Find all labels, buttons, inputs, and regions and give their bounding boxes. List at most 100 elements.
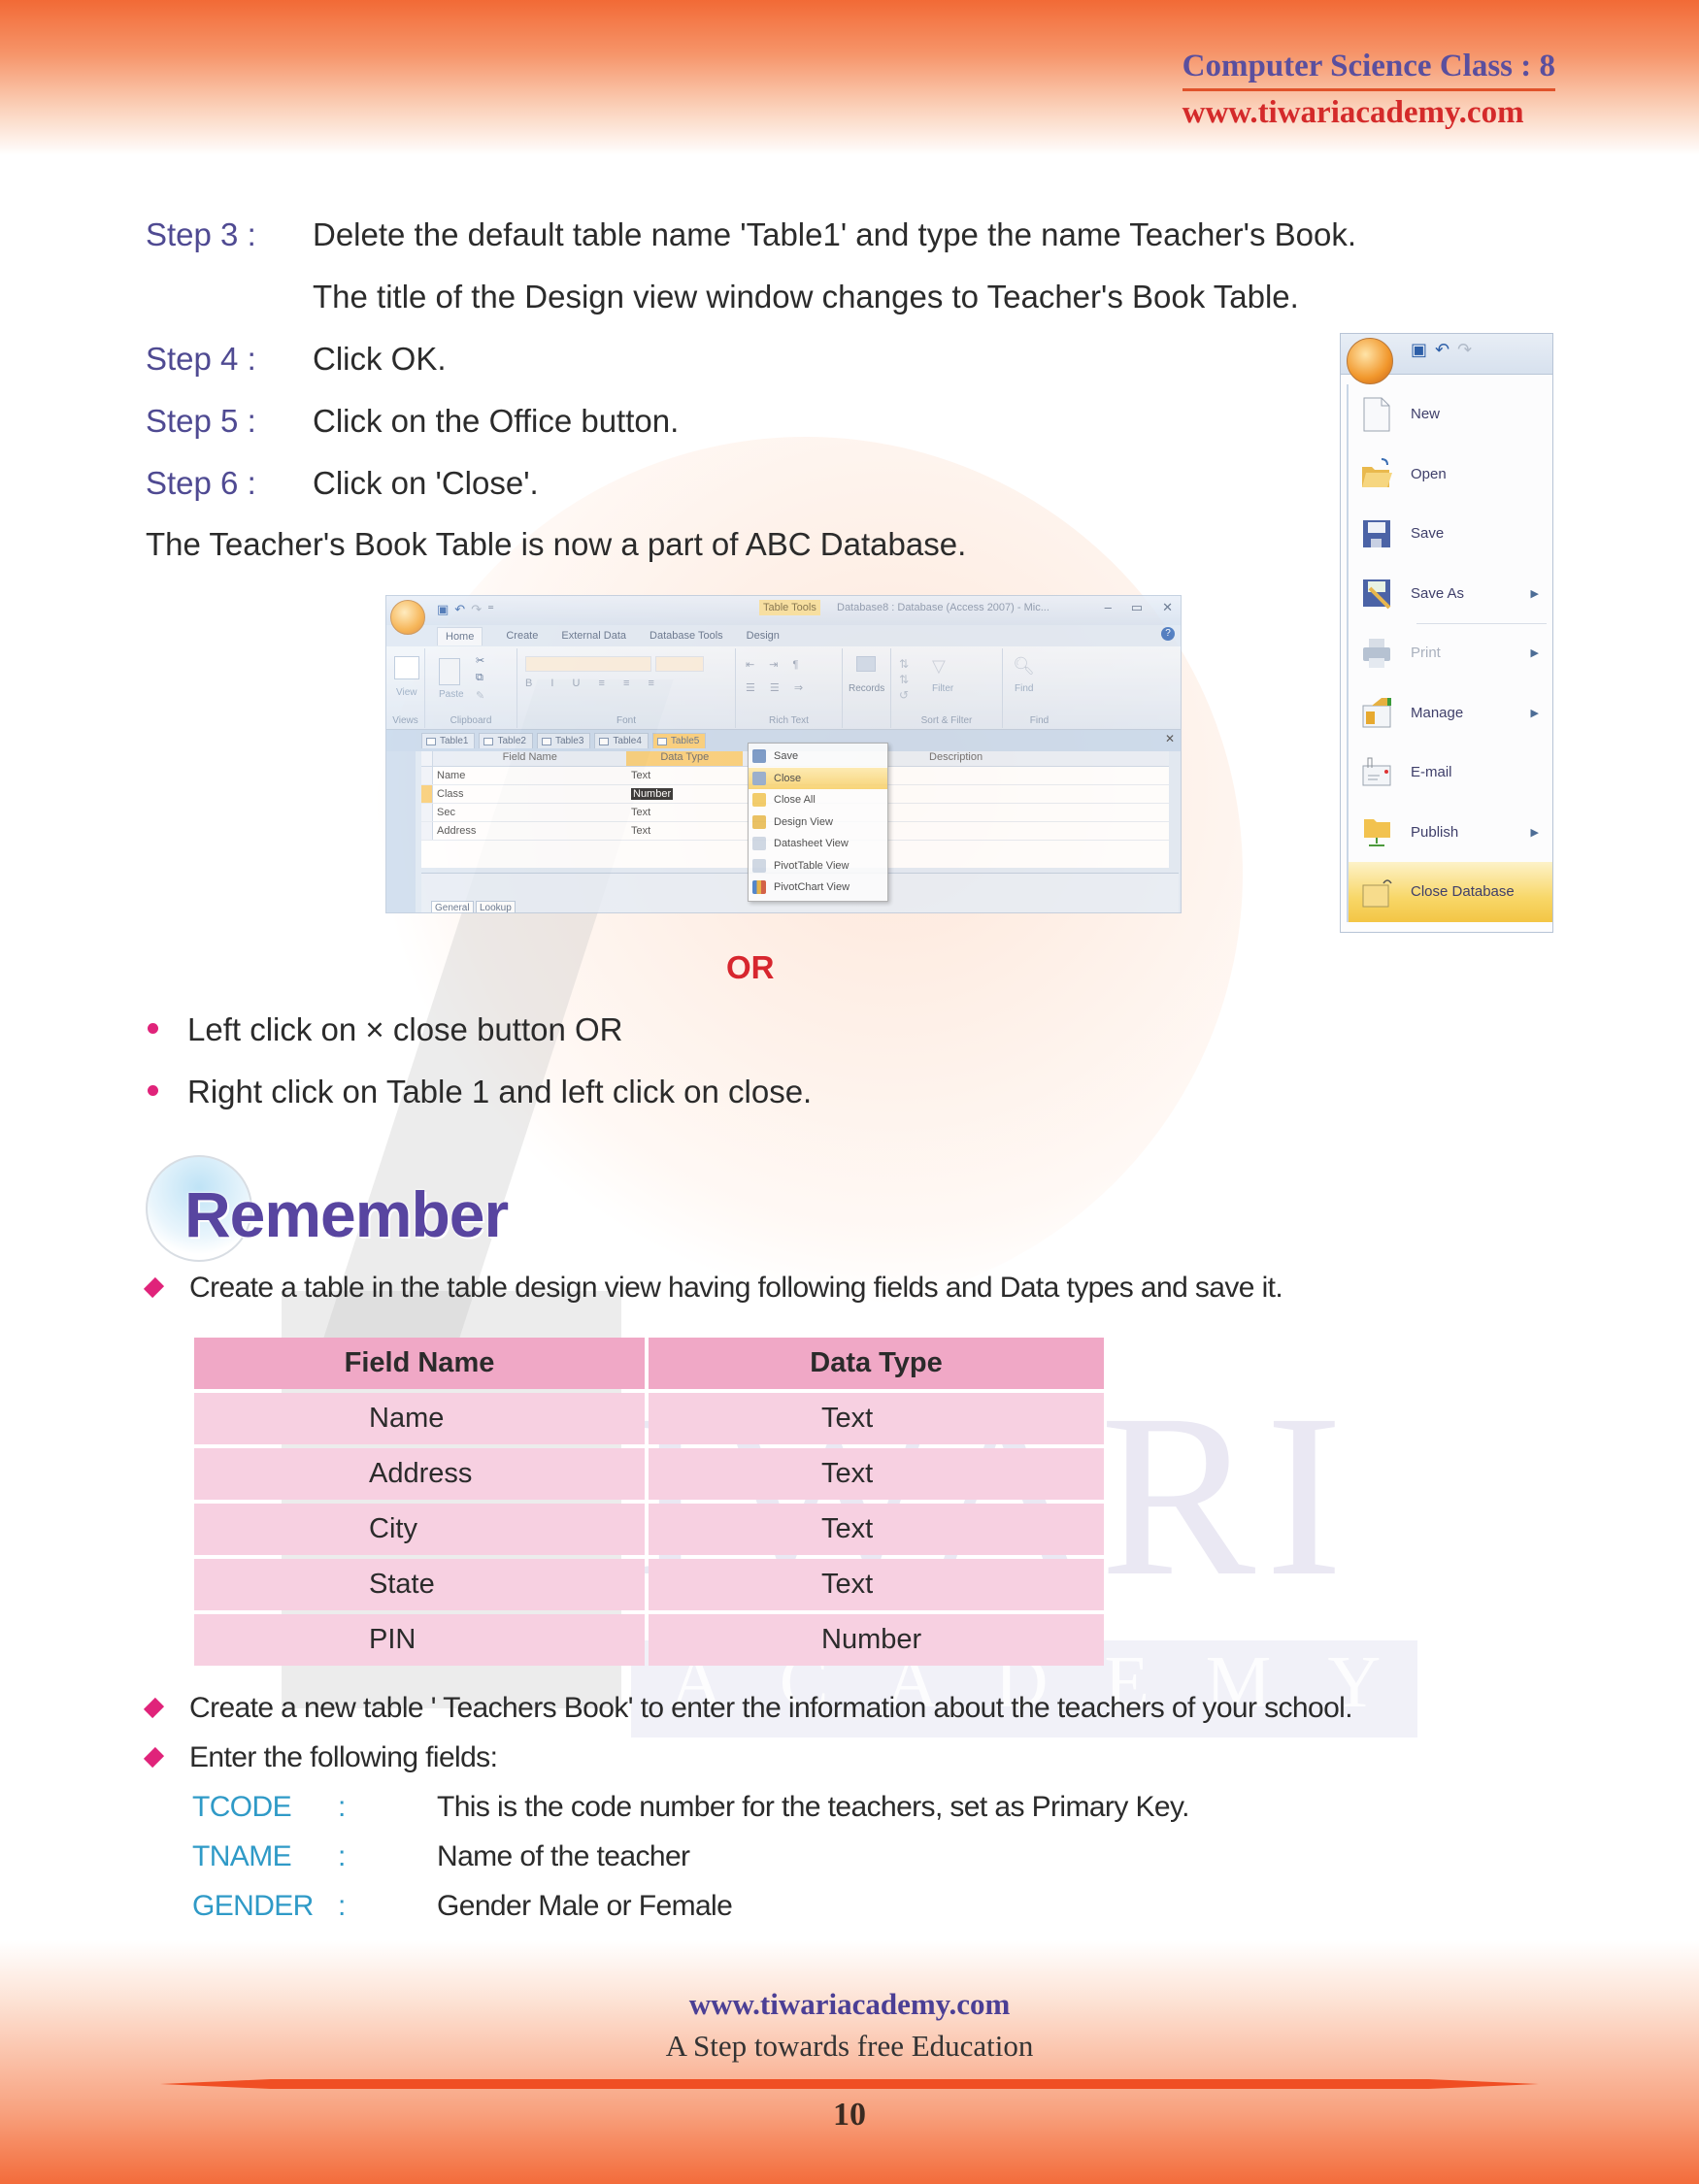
field-name-cell[interactable]: Name <box>433 767 627 784</box>
maximize-icon[interactable]: ▭ <box>1131 600 1143 615</box>
cut-icon[interactable]: ✂ <box>476 654 484 667</box>
view-button[interactable]: View <box>396 687 417 698</box>
email-icon <box>1362 757 1391 786</box>
ribbon-tab-design[interactable]: Design <box>747 630 780 642</box>
font-size-dropdown[interactable] <box>655 656 704 672</box>
field-key: GENDER <box>192 1890 314 1922</box>
office-button-icon[interactable] <box>390 600 425 635</box>
office-menu-close-database[interactable]: Close Database <box>1349 862 1552 922</box>
properties-tab-general[interactable]: General <box>431 901 474 912</box>
format-painter-icon[interactable]: ✎ <box>476 689 484 702</box>
redo-icon[interactable]: ↷ <box>471 602 482 617</box>
office-menu-print[interactable]: Print ▶ <box>1349 623 1552 683</box>
menu-item-close[interactable]: Close <box>749 767 887 789</box>
doc-tab-table5[interactable]: Table5 <box>651 733 707 748</box>
undo-icon[interactable]: ↶ <box>454 602 465 617</box>
remember-point: Enter the following fields: <box>143 1741 498 1774</box>
filter-button[interactable]: Filter <box>932 683 953 694</box>
close-document-icon[interactable]: ✕ <box>1165 732 1175 745</box>
doc-tab-table3[interactable]: Table3 <box>536 733 591 748</box>
office-button-icon[interactable] <box>1347 338 1393 384</box>
copy-icon[interactable]: ⧉ <box>476 672 483 684</box>
menu-item-datasheet-view[interactable]: Datasheet View <box>749 833 887 855</box>
field-name-cell[interactable]: Sec <box>433 804 627 821</box>
diamond-bullet-icon <box>143 1697 165 1719</box>
office-menu-publish[interactable]: Publish ▶ <box>1349 803 1552 863</box>
step-label: Step 3 : <box>146 216 256 252</box>
ribbon-tab-external-data[interactable]: External Data <box>561 630 626 642</box>
save-icon[interactable]: ▣ <box>437 602 449 617</box>
properties-tab-lookup[interactable]: Lookup <box>476 901 516 912</box>
ribbon-tab-database-tools[interactable]: Database Tools <box>650 630 723 642</box>
bullet-text: Right click on Table 1 and left click on… <box>187 1074 813 1109</box>
footer-url[interactable]: www.tiwariacademy.com <box>0 1987 1699 2022</box>
office-menu-save-as[interactable]: Save As ▶ <box>1349 564 1552 624</box>
office-menu-email[interactable]: E-mail <box>1349 743 1552 803</box>
row-selector[interactable] <box>421 767 433 784</box>
table-row: Name Text <box>194 1393 1104 1444</box>
group-label: Sort & Filter <box>920 715 973 726</box>
menu-item-close-all[interactable]: Close All <box>749 789 887 811</box>
redo-icon[interactable]: ↷ <box>1457 340 1472 360</box>
office-menu-manage[interactable]: Manage ▶ <box>1349 683 1552 744</box>
selected-value[interactable]: Number <box>631 788 674 800</box>
customize-qat-icon[interactable]: ⁼ <box>487 602 494 617</box>
save-icon[interactable]: ▣ <box>1411 340 1427 360</box>
find-icon[interactable]: 🔍︎ <box>1013 656 1035 677</box>
format-buttons[interactable]: B I U ≡ ≡ ≡ <box>525 678 662 689</box>
menu-item-label: E-mail <box>1411 764 1452 781</box>
minimize-icon[interactable]: – <box>1105 600 1112 615</box>
data-type-cell[interactable]: Text <box>627 767 744 784</box>
sort-icons[interactable]: ⇅ ⇅ ↺ <box>899 656 909 703</box>
row-selector[interactable] <box>421 804 433 821</box>
data-type-cell[interactable]: Number <box>627 785 744 803</box>
help-icon[interactable]: ? <box>1161 627 1175 641</box>
save-as-icon <box>1363 579 1391 610</box>
ribbon-tab-create[interactable]: Create <box>506 630 538 642</box>
office-menu-open[interactable]: Open <box>1349 445 1552 505</box>
records-button[interactable]: Records <box>849 683 884 694</box>
data-type-cell[interactable]: Text <box>627 804 744 821</box>
footer-tagline: A Step towards free Education <box>665 2029 1034 2063</box>
tab-label: Table4 <box>613 736 642 746</box>
header-url[interactable]: www.tiwariacademy.com <box>1183 95 1555 131</box>
group-label: Font <box>616 715 636 726</box>
close-window-icon[interactable]: ✕ <box>1162 600 1173 615</box>
doc-tab-table1[interactable]: Table1 <box>421 733 476 748</box>
menu-item-label: Manage <box>1411 704 1464 721</box>
select-all[interactable] <box>421 751 433 766</box>
publish-icon <box>1364 819 1390 847</box>
doc-tab-table2[interactable]: Table2 <box>479 733 533 748</box>
list-buttons[interactable]: ☰ ☰ ⇒ <box>746 681 809 694</box>
close-all-icon <box>752 793 766 808</box>
field-description: This is the code number for the teachers… <box>437 1791 1189 1823</box>
submenu-arrow-icon: ▶ <box>1530 587 1539 600</box>
office-menu-new[interactable]: New <box>1349 384 1552 445</box>
menu-item-save[interactable]: Save <box>749 745 887 768</box>
data-type-cell[interactable]: Text <box>627 822 744 840</box>
row-selector[interactable] <box>421 822 433 840</box>
ribbon-tab-home[interactable]: Home <box>437 626 483 645</box>
navigation-pane[interactable] <box>386 751 416 912</box>
menu-item-pivotchart-view[interactable]: PivotChart View <box>749 877 887 899</box>
undo-icon[interactable]: ↶ <box>1435 340 1449 360</box>
datasheet-icon[interactable] <box>394 656 419 679</box>
table-icon <box>541 737 551 745</box>
menu-item-pivottable-view[interactable]: PivotTable View <box>749 855 887 877</box>
summary-text: The Teacher's Book Table is now a part o… <box>146 526 967 562</box>
filter-icon[interactable]: ▽ <box>932 656 946 677</box>
records-icon[interactable] <box>856 656 876 672</box>
office-menu-save[interactable]: Save <box>1349 504 1552 564</box>
field-name-cell[interactable]: Class <box>433 785 627 803</box>
column-header: Data Type <box>626 751 744 766</box>
font-name-dropdown[interactable] <box>525 656 651 672</box>
indent-buttons[interactable]: ⇤ ⇥ ¶ <box>746 658 804 671</box>
find-button[interactable]: Find <box>1015 683 1033 694</box>
paste-icon[interactable] <box>439 658 460 685</box>
row-selector[interactable] <box>421 785 433 803</box>
menu-item-design-view[interactable]: Design View <box>749 811 887 834</box>
field-separator: : <box>338 1890 346 1922</box>
paste-button[interactable]: Paste <box>439 689 464 700</box>
field-name-cell[interactable]: Address <box>433 822 627 840</box>
doc-tab-table4[interactable]: Table4 <box>594 733 649 748</box>
